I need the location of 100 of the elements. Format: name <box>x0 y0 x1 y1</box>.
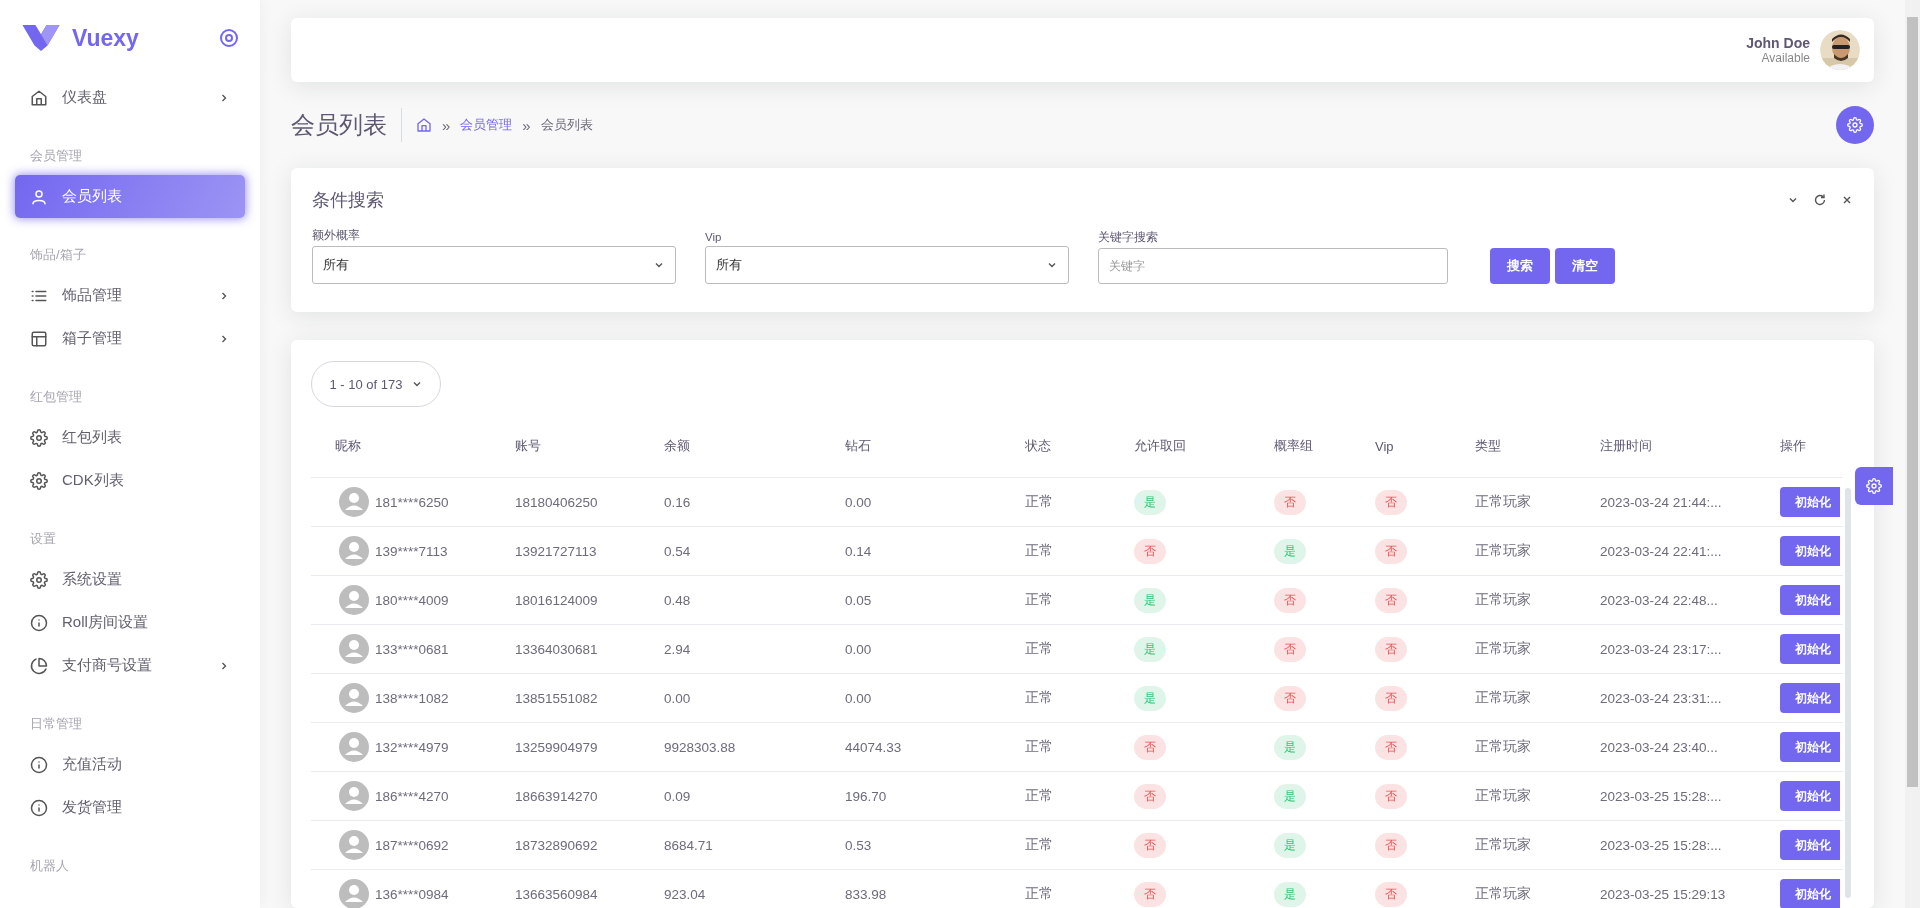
table-cell-text: 2023-03-25 15:29:13 <box>1600 886 1727 902</box>
table-cell-text: 正常 <box>1025 689 1054 707</box>
column-header: 注册时间 <box>1600 437 1653 455</box>
table-cell-text: 44074.33 <box>845 739 903 755</box>
init-button[interactable]: 初始化 <box>1780 879 1840 908</box>
section-heading: 设置 <box>29 530 57 548</box>
table-cell-text: 正常 <box>1025 738 1054 756</box>
avatar-icon <box>339 732 369 762</box>
status-pill: 否 <box>1375 538 1407 564</box>
column-header: 类型 <box>1475 437 1502 455</box>
table-cell-text: 833.98 <box>845 886 888 902</box>
user-status: Available <box>1761 51 1810 65</box>
init-button[interactable]: 初始化 <box>1780 683 1840 713</box>
table-cell: 180****4009 <box>375 592 449 608</box>
sidebar-item[interactable]: 仪表盘 <box>15 76 245 119</box>
status-pill: 是 <box>1134 489 1166 515</box>
target-icon[interactable] <box>219 28 239 48</box>
sidebar-item[interactable]: 系统设置 <box>15 558 245 601</box>
close-icon[interactable] <box>1841 194 1853 206</box>
table-cell-text: 13663560984 <box>515 886 599 902</box>
section-heading: 会员管理 <box>29 147 83 165</box>
table-cell-text: 18180406250 <box>515 494 599 510</box>
status-pill: 否 <box>1274 685 1306 711</box>
card-title: 条件搜索 <box>312 189 384 212</box>
init-button[interactable]: 初始化 <box>1780 487 1840 517</box>
table-cell-text: 13259904979 <box>515 739 599 755</box>
table-cell-text: 正常玩家 <box>1475 542 1532 560</box>
sidebar-item[interactable]: 支付商号设置 <box>15 644 245 687</box>
status-pill: 否 <box>1134 538 1166 564</box>
status-pill: 否 <box>1274 489 1306 515</box>
table-cell-text: 2023-03-24 23:31:... <box>1600 690 1723 706</box>
field-label: 关键字搜索 <box>1098 230 1159 245</box>
table-cell-text: 正常 <box>1025 836 1054 854</box>
breadcrumb-link[interactable]: 会员管理 <box>460 116 513 134</box>
table-cell-text: 0.09 <box>664 788 692 804</box>
select-field[interactable]: 所有 <box>312 246 676 284</box>
table-cell-text: 正常 <box>1025 885 1054 903</box>
table-cell-text: 2023-03-24 21:44:... <box>1600 494 1723 510</box>
init-button[interactable]: 初始化 <box>1780 830 1840 860</box>
table-cell-text: 0.14 <box>845 543 873 559</box>
init-button[interactable]: 初始化 <box>1780 634 1840 664</box>
scrollbar[interactable] <box>1845 488 1851 898</box>
init-button[interactable]: 初始化 <box>1780 585 1840 615</box>
refresh-icon[interactable] <box>1813 193 1827 207</box>
sidebar-item[interactable]: 饰品管理 <box>15 274 245 317</box>
table-cell-text: 0.16 <box>664 494 692 510</box>
status-pill: 是 <box>1134 636 1166 662</box>
breadcrumb-separator: » <box>522 116 531 134</box>
status-pill: 否 <box>1134 832 1166 858</box>
home-icon <box>30 88 48 107</box>
breadcrumb-separator: » <box>442 116 451 134</box>
init-button[interactable]: 初始化 <box>1780 536 1840 566</box>
table-cell: 132****4979 <box>375 739 449 755</box>
column-header: 账号 <box>515 437 542 455</box>
init-button[interactable]: 初始化 <box>1780 732 1840 762</box>
page-title: 会员列表 <box>291 108 402 142</box>
table-cell: 138****1082 <box>375 690 449 706</box>
home-icon[interactable] <box>416 117 432 133</box>
scrollbar[interactable] <box>1905 0 1920 908</box>
sidebar-item[interactable]: 会员列表 <box>15 175 245 218</box>
status-pill: 否 <box>1375 685 1407 711</box>
settings-button[interactable] <box>1836 106 1874 144</box>
avatar-icon <box>339 634 369 664</box>
table-cell-text: 2023-03-24 23:17:... <box>1600 641 1723 657</box>
table-cell-text: 正常玩家 <box>1475 493 1532 511</box>
info-icon <box>30 755 48 774</box>
status-pill: 是 <box>1274 734 1306 760</box>
table-cell: 186****4270 <box>375 788 449 804</box>
status-pill: 否 <box>1375 881 1407 907</box>
section-heading: 机器人 <box>29 857 70 875</box>
table-cell-text: 正常玩家 <box>1475 885 1532 903</box>
table-cell-text: 13921727113 <box>515 543 598 559</box>
sidebar-item[interactable]: 发货管理 <box>15 786 245 829</box>
sidebar-item[interactable]: 红包列表 <box>15 416 245 459</box>
section-heading: 红包管理 <box>29 388 83 406</box>
action-button[interactable]: 搜索 <box>1490 248 1550 284</box>
brand-name: Vuexy <box>72 24 140 52</box>
customizer-button[interactable] <box>1855 467 1893 505</box>
sidebar-item[interactable]: 充值活动 <box>15 743 245 786</box>
action-button[interactable]: 清空 <box>1555 248 1615 284</box>
status-pill: 是 <box>1274 881 1306 907</box>
page-size-dropdown[interactable]: 1 - 10 of 173 <box>311 361 441 407</box>
user-icon <box>30 187 48 206</box>
status-pill: 否 <box>1375 489 1407 515</box>
table-cell-text: 0.00 <box>845 641 873 657</box>
init-button[interactable]: 初始化 <box>1780 781 1840 811</box>
table-cell-text: 正常 <box>1025 591 1054 609</box>
status-pill: 是 <box>1274 832 1306 858</box>
sidebar-item[interactable]: Roll房间设置 <box>15 601 245 644</box>
column-header: 余额 <box>664 437 691 455</box>
logo-icon <box>22 25 60 51</box>
table-cell-text: 0.48 <box>664 592 692 608</box>
select-field[interactable]: 所有 <box>705 246 1069 284</box>
sidebar-item[interactable]: 箱子管理 <box>15 317 245 360</box>
status-pill: 是 <box>1134 587 1166 613</box>
table-cell: 133****0681 <box>375 641 449 657</box>
section-heading: 日常管理 <box>29 715 83 733</box>
sidebar-item[interactable]: CDK列表 <box>15 459 245 502</box>
status-pill: 否 <box>1375 734 1407 760</box>
input-field[interactable]: 关键字 <box>1098 248 1448 284</box>
